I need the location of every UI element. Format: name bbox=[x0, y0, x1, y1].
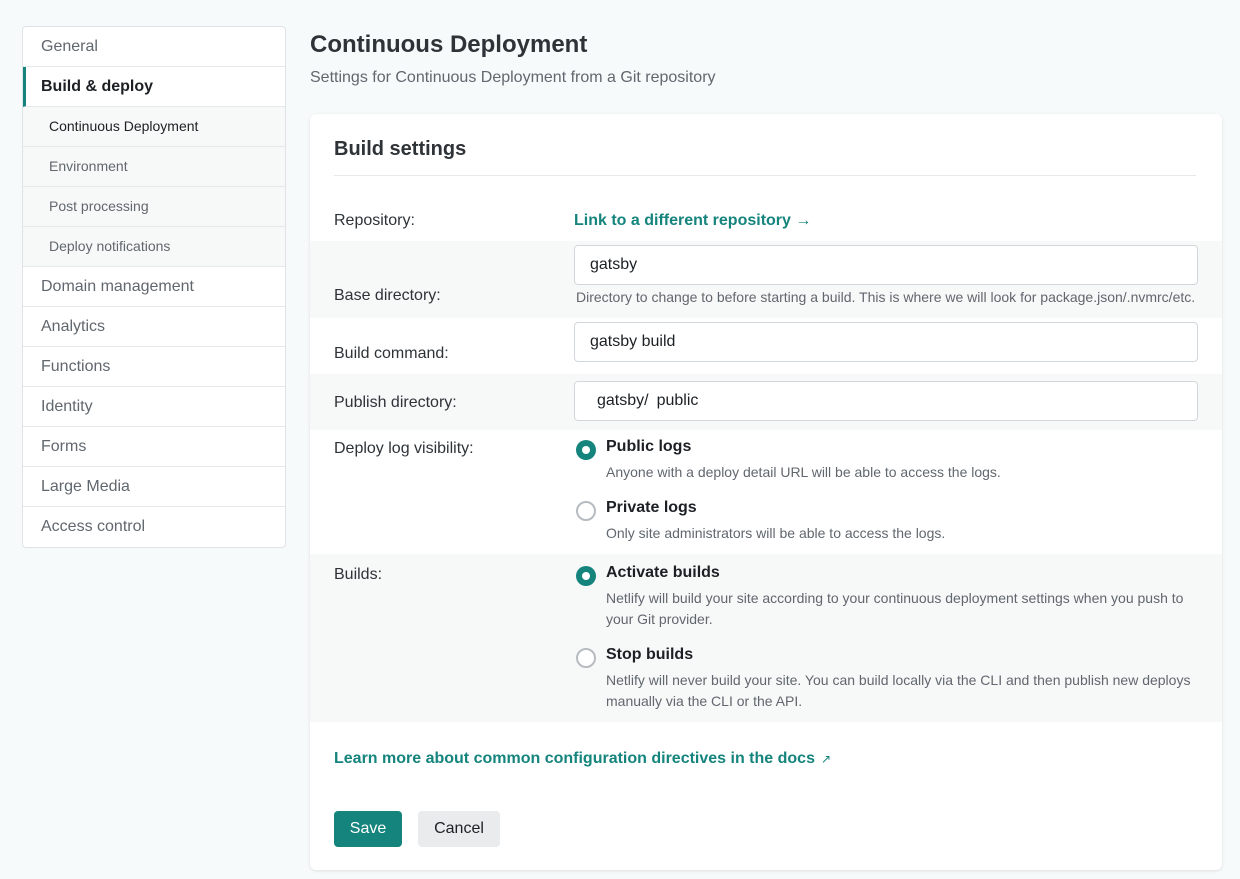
sidebar-nav: General Build & deploy Continuous Deploy… bbox=[22, 26, 286, 548]
publish-directory-field: gatsby/ bbox=[574, 381, 1198, 421]
radio-private-logs[interactable] bbox=[576, 501, 596, 521]
sidebar-subitem-post-processing[interactable]: Post processing bbox=[23, 187, 285, 227]
sidebar-item-build-deploy[interactable]: Build & deploy bbox=[23, 67, 285, 107]
sidebar-item-large-media[interactable]: Large Media bbox=[23, 467, 285, 507]
external-link-icon: ↗ bbox=[820, 752, 832, 766]
page-title: Continuous Deployment bbox=[310, 31, 588, 58]
card-title: Build settings bbox=[334, 138, 467, 160]
base-directory-label: Base directory: bbox=[334, 287, 441, 304]
radio-activate-builds[interactable] bbox=[576, 566, 596, 586]
sidebar-subitem-environment[interactable]: Environment bbox=[23, 147, 285, 187]
base-directory-help: Directory to change to before starting a… bbox=[576, 289, 1196, 305]
build-command-field bbox=[574, 322, 1198, 362]
radio-title: Stop builds bbox=[606, 646, 694, 663]
build-command-label: Build command: bbox=[334, 345, 449, 362]
sidebar-item-forms[interactable]: Forms bbox=[23, 427, 285, 467]
cancel-button[interactable]: Cancel bbox=[418, 811, 500, 847]
radio-option-stop-builds[interactable]: Stop builds Netlify will never build you… bbox=[574, 646, 1204, 710]
radio-stop-builds[interactable] bbox=[576, 648, 596, 668]
sidebar-subitem-continuous-deployment[interactable]: Continuous Deployment bbox=[23, 107, 285, 147]
sidebar-item-domain-management[interactable]: Domain management bbox=[23, 267, 285, 307]
repository-row: Repository: Link to a different reposito… bbox=[310, 202, 1222, 240]
build-settings-card: Build settings Repository: Link to a dif… bbox=[310, 114, 1222, 870]
sidebar-item-identity[interactable]: Identity bbox=[23, 387, 285, 427]
base-directory-input[interactable] bbox=[590, 246, 1182, 284]
radio-option-public-logs[interactable]: Public logs Anyone with a deploy detail … bbox=[574, 438, 1204, 484]
radio-title: Activate builds bbox=[606, 564, 720, 581]
sidebar-item-functions[interactable]: Functions bbox=[23, 347, 285, 387]
docs-link-text: Learn more about common configuration di… bbox=[334, 750, 815, 767]
base-directory-row: Base directory: Directory to change to b… bbox=[310, 241, 1222, 318]
publish-directory-input[interactable] bbox=[656, 382, 1182, 420]
builds-row: Builds: Activate builds Netlify will bui… bbox=[310, 554, 1222, 722]
radio-option-private-logs[interactable]: Private logs Only site administrators wi… bbox=[574, 499, 1204, 545]
radio-public-logs[interactable] bbox=[576, 440, 596, 460]
radio-description: Anyone with a deploy detail URL will be … bbox=[606, 464, 1001, 480]
sidebar-item-access-control[interactable]: Access control bbox=[23, 507, 285, 547]
save-button[interactable]: Save bbox=[334, 811, 402, 847]
build-command-row: Build command: bbox=[310, 318, 1222, 374]
radio-description: Only site administrators will be able to… bbox=[606, 525, 946, 541]
link-repository-link[interactable]: Link to a different repository → bbox=[574, 212, 811, 230]
publish-directory-row: Publish directory: gatsby/ bbox=[310, 374, 1222, 430]
repository-label: Repository: bbox=[334, 212, 415, 229]
card-divider bbox=[334, 175, 1196, 176]
page-subtitle: Settings for Continuous Deployment from … bbox=[310, 69, 716, 86]
publish-directory-prefix: gatsby/ bbox=[597, 392, 649, 409]
deploy-log-row: Deploy log visibility: Public logs Anyon… bbox=[310, 430, 1222, 554]
publish-directory-label: Publish directory: bbox=[334, 394, 457, 411]
docs-link[interactable]: Learn more about common configuration di… bbox=[334, 750, 831, 768]
sidebar-subitem-deploy-notifications[interactable]: Deploy notifications bbox=[23, 227, 285, 267]
sidebar-item-analytics[interactable]: Analytics bbox=[23, 307, 285, 347]
sidebar-item-general[interactable]: General bbox=[23, 27, 285, 67]
radio-description: Netlify will never build your site. You … bbox=[606, 672, 1191, 709]
builds-label: Builds: bbox=[334, 566, 383, 583]
deploy-log-label: Deploy log visibility: bbox=[334, 440, 474, 457]
build-command-input[interactable] bbox=[590, 323, 1182, 361]
radio-option-activate-builds[interactable]: Activate builds Netlify will build your … bbox=[574, 564, 1204, 628]
radio-title: Private logs bbox=[606, 499, 697, 516]
radio-description: Netlify will build your site according t… bbox=[606, 590, 1184, 627]
base-directory-field bbox=[574, 245, 1198, 285]
radio-title: Public logs bbox=[606, 438, 692, 455]
